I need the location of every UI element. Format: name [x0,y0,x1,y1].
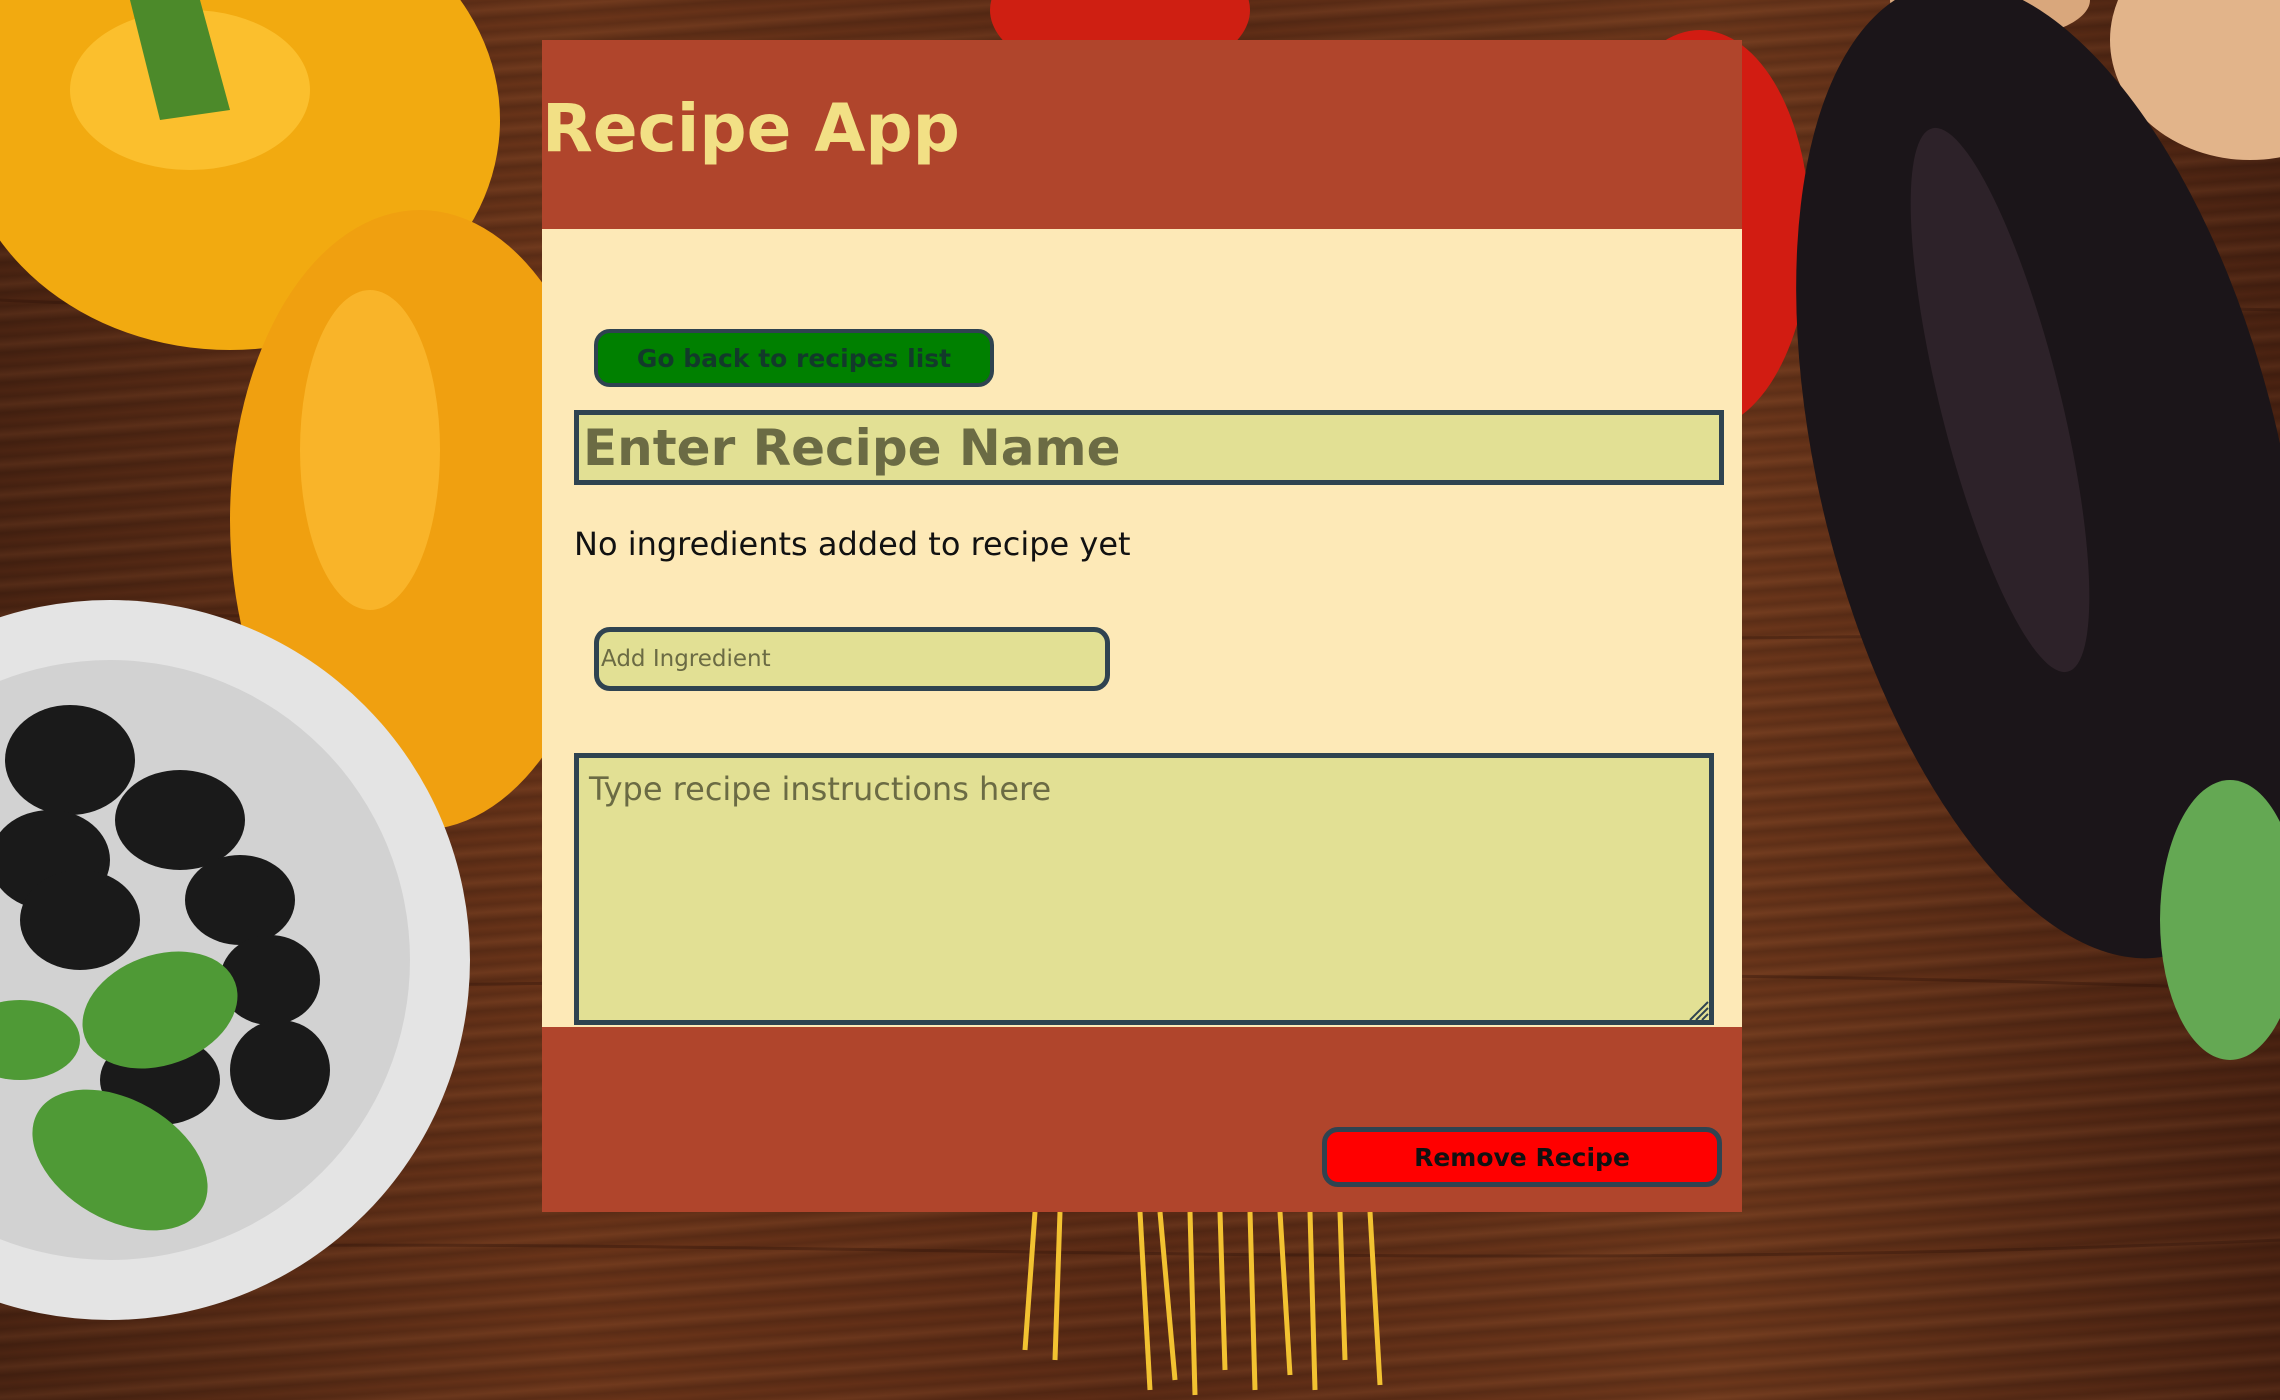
back-to-list-button[interactable]: Go back to recipes list [594,329,994,387]
recipe-editor: Go back to recipes list No ingredients a… [542,229,1742,1027]
recipe-app: Recipe App Go back to recipes list No in… [542,40,1742,1212]
resize-grip-icon[interactable] [1687,999,1709,1021]
remove-recipe-button[interactable]: Remove Recipe [1322,1127,1722,1187]
app-footer: Remove Recipe [542,1027,1742,1212]
recipe-instructions-textarea[interactable] [574,753,1714,1025]
recipe-name-input[interactable] [574,410,1724,485]
ingredients-empty-message: No ingredients added to recipe yet [574,525,1131,563]
add-ingredient-input[interactable] [594,627,1110,691]
app-title: Recipe App [542,90,960,167]
app-header: Recipe App [542,40,1742,229]
